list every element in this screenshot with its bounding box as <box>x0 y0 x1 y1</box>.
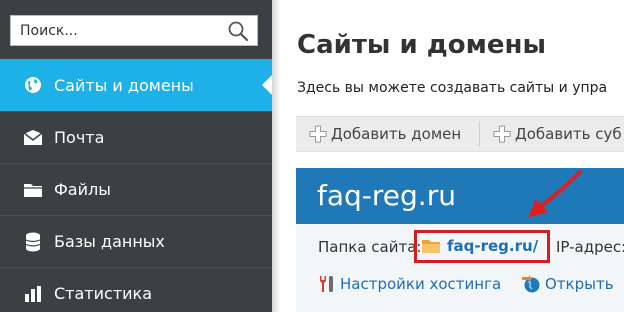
sidebar-item-sites-domains[interactable]: Сайты и домены <box>0 59 273 111</box>
sidebar-item-label: Базы данных <box>54 232 165 251</box>
sidebar-item-files[interactable]: Файлы <box>0 163 272 215</box>
toolbar: Добавить домен Добавить суб <box>296 116 624 152</box>
tools-icon <box>320 276 333 292</box>
search-icon[interactable] <box>227 20 249 42</box>
sidebar: Сайты и домены Почта Файлы <box>0 0 273 312</box>
folder-link[interactable]: faq-reg.ru/ <box>447 237 538 255</box>
folder-icon <box>422 240 440 253</box>
folder-link-group: faq-reg.ru/ <box>421 237 538 255</box>
folder-icon <box>22 180 44 200</box>
sidebar-item-label: Файлы <box>54 180 111 199</box>
sidebar-item-mail[interactable]: Почта <box>0 111 272 163</box>
sidebar-item-label: Статистика <box>54 284 152 303</box>
add-subdomain-button[interactable]: Добавить суб <box>480 117 622 151</box>
ip-address-label: IP-адрес: <box>556 238 624 256</box>
divider-shadow <box>272 0 280 312</box>
database-icon <box>22 232 44 252</box>
domain-body: Папка сайта: faq-reg.ru/ IP-адрес: Настр… <box>296 224 624 312</box>
chart-icon <box>22 284 44 304</box>
hosting-settings-link[interactable]: Настройки хостинга <box>340 275 501 293</box>
open-action[interactable]: Открыть <box>521 274 614 294</box>
actions-row: Настройки хостинга Открыть <box>316 274 624 298</box>
hosting-settings-action[interactable]: Настройки хостинга <box>316 274 501 294</box>
domain-name: faq-reg.ru <box>317 179 456 212</box>
globe-icon <box>22 75 44 95</box>
sidebar-item-databases[interactable]: Базы данных <box>0 215 272 267</box>
sidebar-item-label: Сайты и домены <box>54 75 194 95</box>
plus-icon <box>309 125 327 143</box>
search-box <box>10 15 258 46</box>
open-link[interactable]: Открыть <box>545 275 614 293</box>
main-content: Сайты и домены Здесь вы можете создавать… <box>272 0 624 312</box>
page-title: Сайты и домены <box>297 30 546 60</box>
add-subdomain-label: Добавить суб <box>515 125 622 143</box>
page-description: Здесь вы можете создавать сайты и упра <box>297 80 608 96</box>
annotation-arrow <box>528 170 582 218</box>
plus-icon <box>493 125 511 143</box>
search-input[interactable] <box>11 16 221 45</box>
add-domain-button[interactable]: Добавить домен <box>296 117 461 151</box>
mail-icon <box>22 128 44 148</box>
open-site-icon <box>522 275 540 293</box>
folder-label: Папка сайта: <box>318 238 422 256</box>
add-domain-label: Добавить домен <box>331 125 462 143</box>
sidebar-item-statistics[interactable]: Статистика <box>0 267 272 312</box>
sidebar-item-label: Почта <box>54 128 105 147</box>
